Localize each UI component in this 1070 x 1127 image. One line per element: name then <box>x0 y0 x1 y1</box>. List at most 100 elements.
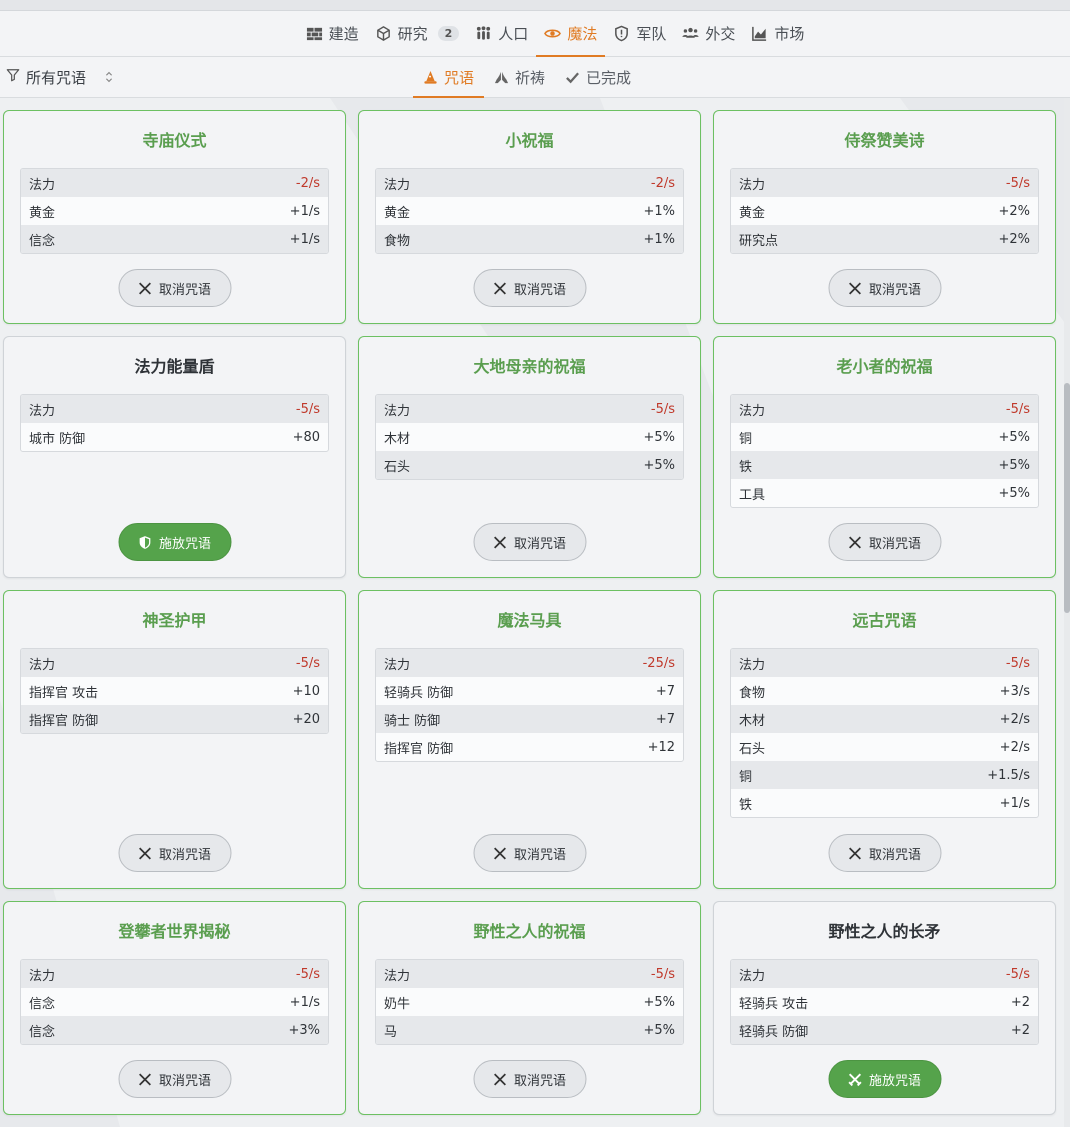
cancel-spell-button[interactable]: 取消咒语 <box>118 834 231 872</box>
effect-name: 黄金 <box>384 205 411 221</box>
effect-value: -5/s <box>1005 655 1030 671</box>
cancel-spell-button[interactable]: 取消咒语 <box>473 523 586 561</box>
effect-row: 法力 -2/s <box>21 169 328 197</box>
spell-card: 大地母亲的祝福 法力 -5/s 木材 +5% 石头 +5% 取消咒语 <box>358 336 701 578</box>
effect-value: +5% <box>643 994 675 1010</box>
spell-card: 野性之人的长矛 法力 -5/s 轻骑兵 攻击 +2 轻骑兵 防御 +2 施放咒语 <box>713 901 1056 1115</box>
effect-value: -5/s <box>295 966 320 982</box>
effect-name: 轻骑兵 防御 <box>384 685 454 701</box>
effect-value: +2 <box>1010 1022 1030 1038</box>
tab-eye[interactable]: 魔法 <box>536 11 606 57</box>
tab-label: 魔法 <box>567 25 598 43</box>
subtab-label: 咒语 <box>444 68 475 87</box>
effect-row: 木材 +5% <box>376 423 683 451</box>
subtab-0[interactable]: 咒语 <box>413 57 485 98</box>
tab-brick[interactable]: 建造 <box>298 11 367 56</box>
spell-title: 魔法马具 <box>497 611 562 630</box>
effect-row: 铁 +1/s <box>731 789 1038 817</box>
spell-effects-table: 法力 -5/s 轻骑兵 攻击 +2 轻骑兵 防御 +2 <box>730 959 1039 1045</box>
button-label: 取消咒语 <box>868 847 921 863</box>
effect-row: 信念 +1/s <box>21 988 328 1016</box>
praying-hands-icon <box>494 70 509 85</box>
effect-name: 奶牛 <box>384 996 411 1012</box>
button-label: 取消咒语 <box>513 847 566 863</box>
spell-card: 小祝福 法力 -2/s 黄金 +1% 食物 +1% 取消咒语 <box>358 110 701 324</box>
effect-row: 铜 +5% <box>731 423 1038 451</box>
cancel-spell-button[interactable]: 取消咒语 <box>473 269 586 307</box>
spell-filter-select[interactable]: 所有咒语 <box>6 57 116 97</box>
cancel-spell-button[interactable]: 取消咒语 <box>828 834 941 872</box>
spell-title: 野性之人的祝福 <box>473 922 586 941</box>
spell-title: 小祝福 <box>505 131 554 150</box>
effect-value: -5/s <box>295 401 320 417</box>
spell-effects-table: 法力 -5/s 木材 +5% 石头 +5% <box>375 394 684 480</box>
subtab-1[interactable]: 祈祷 <box>484 57 555 97</box>
effect-row: 铁 +5% <box>731 451 1038 479</box>
close-icon <box>138 281 153 296</box>
effect-value: +3% <box>288 1022 320 1038</box>
effect-name: 铁 <box>739 459 753 475</box>
effect-name: 石头 <box>384 459 411 475</box>
effect-name: 法力 <box>739 968 766 984</box>
cast-spell-button[interactable]: 施放咒语 <box>118 523 231 561</box>
effect-row: 指挥官 防御 +12 <box>376 733 683 761</box>
cancel-spell-button[interactable]: 取消咒语 <box>473 1060 586 1098</box>
tab-count-badge: 2 <box>437 26 460 41</box>
wizard-hat-icon <box>423 70 438 85</box>
cancel-spell-button[interactable]: 取消咒语 <box>118 269 231 307</box>
spell-card: 侍祭赞美诗 法力 -5/s 黄金 +2% 研究点 +2% 取消咒语 <box>713 110 1056 324</box>
effect-name: 指挥官 攻击 <box>29 685 99 701</box>
flask-icon <box>375 25 392 42</box>
effect-value: +5% <box>998 485 1030 501</box>
close-icon <box>848 281 863 296</box>
subtab-2[interactable]: 已完成 <box>555 57 641 97</box>
effect-value: +5% <box>998 457 1030 473</box>
tab-flask[interactable]: 研究 2 <box>367 11 468 56</box>
shield-icon <box>613 25 630 42</box>
window-top-strip <box>0 0 1070 11</box>
effect-name: 指挥官 防御 <box>384 741 454 757</box>
tab-label: 建造 <box>328 25 359 43</box>
spell-title: 大地母亲的祝福 <box>473 357 586 376</box>
tab-people[interactable]: 人口 <box>467 11 536 56</box>
cancel-spell-button[interactable]: 取消咒语 <box>828 523 941 561</box>
effect-value: -5/s <box>1005 966 1030 982</box>
scrollbar-thumb[interactable] <box>1064 383 1070 613</box>
spell-effects-table: 法力 -2/s 黄金 +1% 食物 +1% <box>375 168 684 254</box>
spell-effects-table: 法力 -25/s 轻骑兵 防御 +7 骑士 防御 +7 指挥官 防御 +12 <box>375 648 684 762</box>
effect-name: 法力 <box>739 403 766 419</box>
effect-row: 信念 +3% <box>21 1016 328 1044</box>
effect-row: 指挥官 防御 +20 <box>21 705 328 733</box>
main-tab-bar: 建造 研究 2 人口 魔法 军队 外交 市场 <box>0 11 1070 57</box>
effect-row: 城市 防御 +80 <box>21 423 328 451</box>
effect-value: -2/s <box>650 175 675 191</box>
cancel-spell-button[interactable]: 取消咒语 <box>118 1060 231 1098</box>
effect-name: 铜 <box>739 431 753 447</box>
swords-icon <box>848 1072 863 1087</box>
effect-name: 食物 <box>384 233 411 249</box>
effect-value: +2% <box>998 231 1030 247</box>
cancel-spell-button[interactable]: 取消咒语 <box>473 834 586 872</box>
button-label: 取消咒语 <box>513 536 566 552</box>
tab-shield[interactable]: 军队 <box>605 11 674 56</box>
effect-value: +1.5/s <box>987 767 1030 783</box>
effect-value: -5/s <box>1005 401 1030 417</box>
tab-label: 军队 <box>636 25 667 43</box>
cancel-spell-button[interactable]: 取消咒语 <box>828 269 941 307</box>
scrollbar[interactable] <box>1064 98 1070 1127</box>
button-label: 取消咒语 <box>513 1073 566 1089</box>
tab-handshake[interactable]: 外交 <box>674 11 743 56</box>
tab-chart[interactable]: 市场 <box>743 11 812 56</box>
button-label: 取消咒语 <box>868 282 921 298</box>
effect-row: 法力 -2/s <box>376 169 683 197</box>
cast-spell-button[interactable]: 施放咒语 <box>828 1060 941 1098</box>
effect-row: 木材 +2/s <box>731 705 1038 733</box>
effect-value: +5% <box>998 429 1030 445</box>
close-icon <box>848 846 863 861</box>
chevron-updown-icon <box>102 70 116 84</box>
tab-label: 研究 <box>397 25 428 43</box>
effect-row: 法力 -5/s <box>731 649 1038 677</box>
effect-value: +5% <box>643 1022 675 1038</box>
effect-row: 法力 -5/s <box>731 169 1038 197</box>
button-label: 取消咒语 <box>158 282 211 298</box>
